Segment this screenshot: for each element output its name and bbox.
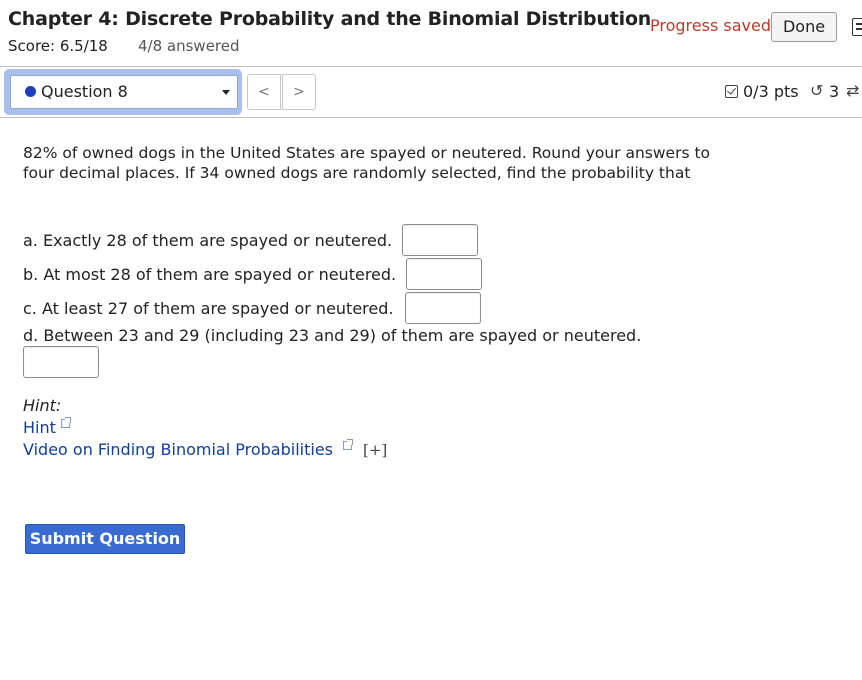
question-prompt: 82% of owned dogs in the United States a… [23,144,711,182]
swap-icon[interactable]: ⇄ [846,81,859,100]
question-select-label[interactable]: Question 8 [41,82,128,101]
points-text: 0/3 pts [743,82,799,101]
expand-button[interactable]: [+] [363,441,387,459]
part-c-answer-input[interactable] [405,292,481,324]
video-link[interactable]: Video on Finding Binomial Probabilities [23,440,333,459]
part-b-answer-input[interactable] [406,258,482,290]
answered-count: 4/8 answered [138,37,240,55]
external-link-icon [343,439,353,450]
hint-link[interactable]: Hint [23,418,56,437]
part-d-label: d. Between 23 and 29 (including 23 and 2… [23,326,642,345]
submit-question-button[interactable]: Submit Question [25,524,185,554]
part-c-label: c. At least 27 of them are spayed or neu… [23,299,394,318]
external-link-icon [60,417,71,428]
part-a-answer-input[interactable] [402,224,478,256]
part-b-label: b. At most 28 of them are spayed or neut… [23,265,397,284]
next-question-button[interactable]: > [282,74,316,110]
caret-down-icon[interactable] [222,90,230,95]
page-title: Chapter 4: Discrete Probability and the … [8,8,652,30]
progress-status: Progress saved [650,16,771,35]
attempts-remaining: 3 [829,82,840,101]
divider [0,66,862,67]
part-a-label: a. Exactly 28 of them are spayed or neut… [23,231,393,250]
done-button[interactable]: Done [771,12,837,42]
checkbox-icon [725,85,738,98]
menu-icon[interactable] [852,18,862,36]
video-link-row[interactable]: Video on Finding Binomial Probabilities [23,439,353,459]
divider [0,117,862,118]
hint-heading: Hint: [23,396,62,415]
current-question-dot-icon [25,86,36,97]
previous-question-button[interactable]: < [247,74,281,110]
hint-link-row[interactable]: Hint [23,417,71,437]
retry-icon: ↺ [810,81,824,100]
part-d-answer-input[interactable] [23,346,99,378]
score-text: Score: 6.5/18 [8,37,108,55]
